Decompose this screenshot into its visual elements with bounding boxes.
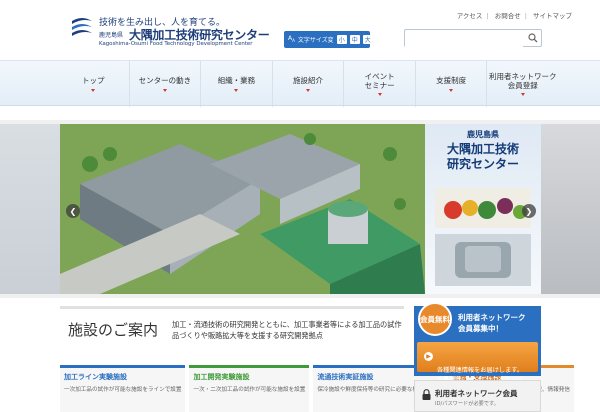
chevron-right-icon: ▶	[424, 352, 433, 361]
font-size-medium-button[interactable]: 中	[349, 35, 360, 44]
nav-item-top[interactable]: トップ	[58, 61, 130, 107]
chevron-down-icon	[520, 93, 525, 97]
site-header: 技術を生み出し、人を育てる。 鹿児島県 大隅加工技術研究センター Kagoshi…	[0, 0, 600, 60]
nav-label: トップ	[82, 76, 105, 86]
nav-label: 組織・業務	[217, 76, 256, 86]
next-slide-peek	[541, 124, 600, 294]
search-input[interactable]	[405, 35, 523, 51]
member-signup-button[interactable]: ▶ 各種関連情報をお届けします。 会員登録についてはコチラから	[417, 342, 538, 384]
member-network-banner[interactable]: 会員無料 利用者ネットワーク 会員募集中！ ▶ 各種関連情報をお届けします。 会…	[414, 302, 541, 384]
lock-icon	[422, 389, 431, 400]
nav-item-facilities[interactable]: 施設紹介	[273, 61, 345, 107]
login-subtitle: ID/パスワードが必要です。	[435, 401, 499, 407]
network-recruit-text: 利用者ネットワーク 会員募集中！	[458, 313, 526, 333]
chevron-down-icon	[377, 93, 382, 97]
search-box	[404, 29, 542, 51]
nav-label: 支援制度	[436, 76, 467, 86]
facility-aerial-image	[60, 124, 425, 294]
font-size-icon: AA	[288, 35, 295, 44]
facility-illustration	[60, 124, 425, 294]
nav-label: 利用者ネットワーク 会員登録	[489, 71, 557, 90]
facility-card-processing-development[interactable]: 加工開発実験施設 一次・二次加工品の試作が可能な施設を設置	[189, 365, 310, 412]
card-text: 一次・二次加工品の試作が可能な施設を設置	[193, 387, 306, 393]
sitemap-link[interactable]: サイトマップ	[533, 12, 572, 20]
nav-item-center-news[interactable]: センターの動き	[130, 61, 202, 107]
previous-slide-peek	[0, 124, 60, 294]
font-size-large-button[interactable]: 大	[362, 35, 373, 44]
access-link[interactable]: アクセス	[457, 12, 483, 20]
slider-next-icon[interactable]: ❯	[522, 204, 536, 218]
logo-icon[interactable]	[70, 15, 94, 39]
card-text: 一次加工品の試作が可能な施設をラインで設置	[64, 387, 182, 393]
hero-caption-title: 大隅加工技術 研究センター	[446, 142, 519, 171]
member-login-box[interactable]: 利用者ネットワーク会員 ID/パスワードが必要です。	[414, 380, 541, 412]
nav-label: イベント セミナー	[364, 71, 395, 90]
facility-card-processing-line[interactable]: 加工ライン実験施設 一次加工品の試作が可能な施設をラインで設置	[60, 365, 186, 412]
free-membership-badge: 会員無料	[418, 302, 452, 336]
nav-item-organization[interactable]: 組織・業務	[201, 61, 273, 107]
utility-links: アクセス | お問合せ | サイトマップ	[453, 10, 572, 20]
nav-item-events[interactable]: イベント セミナー	[344, 61, 416, 107]
nav-label: 施設紹介	[293, 76, 324, 86]
nav-item-member-registration[interactable]: 利用者ネットワーク 会員登録	[487, 61, 558, 107]
card-title: 加工開発実験施設	[193, 373, 250, 381]
login-title: 利用者ネットワーク会員	[435, 389, 518, 398]
facility-guide-section: 施設のご案内 加工・流通技術の研究開発とともに、加工事業者等による加工品の試作品…	[60, 306, 574, 412]
link-separator: |	[486, 12, 489, 20]
prefecture-label: 鹿児島県	[99, 32, 124, 39]
chevron-down-icon	[91, 88, 96, 92]
nav-item-support[interactable]: 支援制度	[416, 61, 488, 107]
site-title-english: Kagoshima-Osumi Food Technology Developm…	[99, 41, 253, 47]
font-size-control: AA 文字サイズ変 小 中 大	[284, 31, 373, 48]
card-title: 加工ライン実験施設	[64, 373, 127, 381]
product-photo	[435, 188, 531, 286]
hero-caption-prefecture: 鹿児島県	[467, 130, 499, 139]
chevron-down-icon	[162, 88, 167, 92]
link-separator: |	[524, 12, 527, 20]
font-size-label: 文字サイズ変	[297, 37, 334, 44]
slider-prev-icon[interactable]: ❮	[66, 204, 80, 218]
section-title: 施設のご案内	[68, 321, 159, 339]
font-size-small-button[interactable]: 小	[336, 35, 347, 44]
chevron-down-icon	[234, 88, 239, 92]
hero-slider: 鹿児島県 大隅加工技術 研究センター ❮ ❯	[0, 120, 600, 298]
nav-label: センターの動き	[138, 76, 192, 86]
global-nav: トップ センターの動き 組織・業務 施設紹介 イベント セミナー 支援制度 利用…	[0, 60, 600, 107]
contact-link[interactable]: お問合せ	[495, 12, 521, 20]
search-icon[interactable]	[528, 33, 538, 43]
section-description: 加工・流通技術の研究開発とともに、加工事業者等による加工品の試作品づくりや販路拡…	[172, 320, 402, 341]
chevron-down-icon	[449, 88, 454, 92]
chevron-down-icon	[306, 88, 311, 92]
